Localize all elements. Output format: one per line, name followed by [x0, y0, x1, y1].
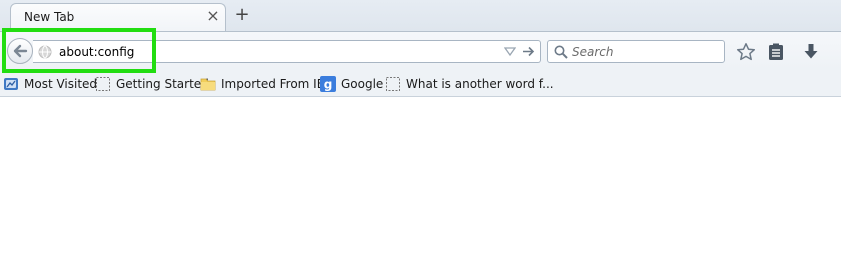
page-icon — [386, 77, 400, 91]
page-content — [0, 97, 841, 279]
bookmark-label: Google — [341, 77, 384, 91]
tab-title: New Tab — [24, 10, 75, 24]
navigation-bar: about:config — [0, 31, 841, 70]
tab-new-tab[interactable]: New Tab × — [10, 3, 226, 32]
bookmark-getting-started[interactable]: Getting Started — [95, 75, 209, 93]
bookmark-most-visited[interactable]: Most Visited — [3, 75, 97, 93]
google-icon: g — [320, 76, 336, 92]
bookmark-google[interactable]: g Google — [320, 75, 383, 93]
bookmark-what-is-another-word[interactable]: What is another word f... — [385, 75, 554, 93]
globe-icon — [38, 45, 52, 62]
bookmark-label: Most Visited — [24, 77, 98, 91]
reading-list-icon[interactable] — [766, 42, 786, 62]
download-icon[interactable] — [801, 42, 821, 62]
url-text[interactable]: about:config — [59, 45, 134, 59]
chevron-down-icon[interactable] — [503, 45, 517, 60]
search-input[interactable] — [572, 44, 720, 60]
go-arrow-icon[interactable] — [522, 45, 535, 61]
tab-strip: New Tab × + — [0, 0, 841, 32]
page-icon — [96, 77, 110, 91]
close-icon[interactable]: × — [205, 8, 221, 24]
search-icon — [554, 45, 568, 62]
bookmarks-toolbar: Most Visited Getting Started Imported Fr… — [0, 70, 841, 97]
bookmark-label: What is another word f... — [406, 77, 554, 91]
plus-icon[interactable]: + — [233, 6, 251, 24]
bookmark-folder-imported-from-ie[interactable]: Imported From IE — [200, 75, 324, 93]
bookmark-label: Getting Started — [116, 77, 209, 91]
url-bar[interactable]: about:config — [33, 40, 541, 63]
star-icon[interactable] — [736, 42, 756, 62]
bookmark-label: Imported From IE — [221, 77, 325, 91]
svg-text:g: g — [324, 78, 333, 92]
folder-icon — [200, 78, 216, 91]
most-visited-icon — [4, 78, 18, 90]
search-bar[interactable] — [547, 40, 725, 63]
back-arrow-icon — [13, 44, 28, 58]
back-button[interactable] — [7, 38, 33, 64]
